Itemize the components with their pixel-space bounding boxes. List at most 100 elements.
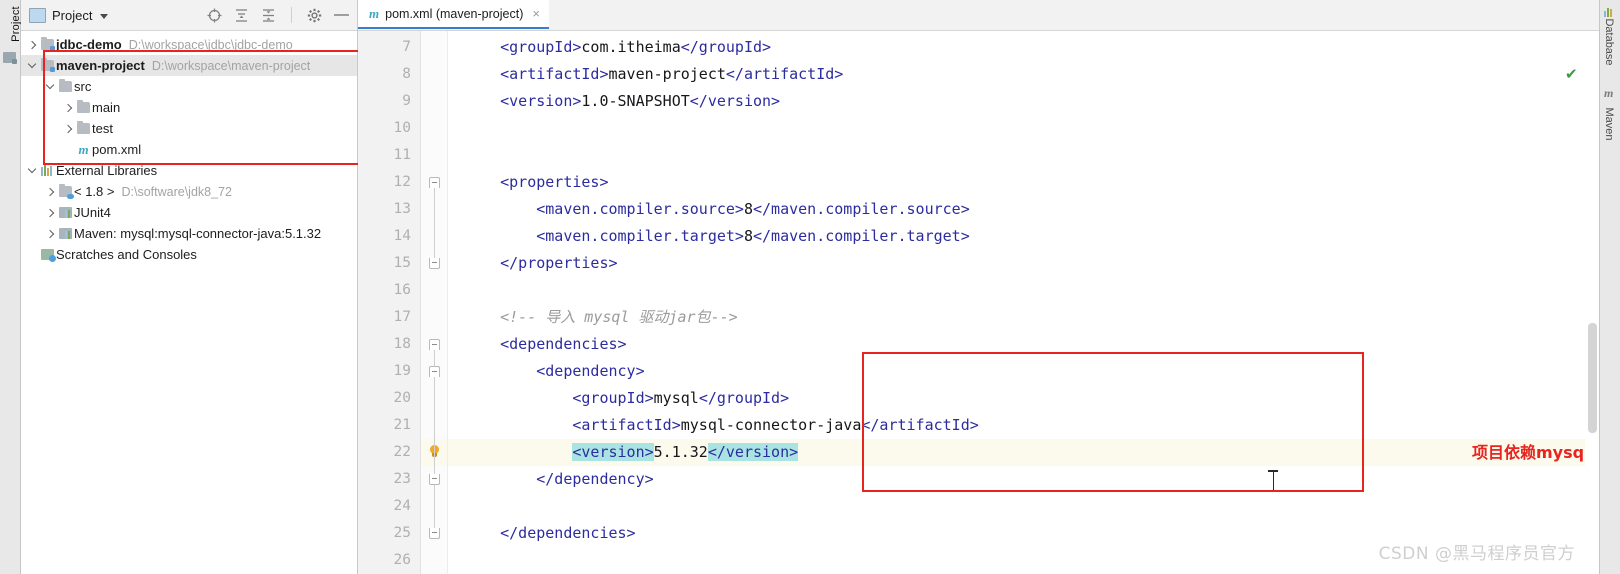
crosshair-target-icon[interactable] — [207, 8, 222, 23]
module-folder-icon — [41, 39, 54, 50]
chevron-right-icon[interactable] — [43, 231, 57, 237]
scratches-icon — [41, 249, 54, 260]
fold-region-line — [434, 377, 435, 474]
code-line[interactable] — [448, 277, 1599, 304]
chevron-right-icon[interactable] — [43, 189, 57, 195]
tree-item-test[interactable]: test — [21, 118, 357, 139]
project-tree[interactable]: jdbc-demoD:\workspace\jdbc\jdbc-demomave… — [21, 31, 357, 265]
code-line[interactable]: <version>5.1.32</version> — [448, 439, 1599, 466]
line-number: 16 — [371, 277, 411, 304]
jar-library-icon — [59, 228, 72, 239]
code-line[interactable]: <groupId>mysql</groupId> — [448, 385, 1599, 412]
libraries-icon — [41, 165, 54, 176]
tree-item-1-8[interactable]: < 1.8 >D:\software\jdk8_72 — [21, 181, 357, 202]
inspection-status-icon[interactable]: ✔ — [1565, 67, 1581, 83]
fold-region-start-icon[interactable] — [429, 339, 440, 350]
fold-region-start-icon[interactable] — [429, 366, 440, 377]
tree-item-junit4[interactable]: JUnit4 — [21, 202, 357, 223]
editor-scrollbar[interactable] — [1585, 61, 1599, 574]
tree-item-path: D:\software\jdk8_72 — [121, 185, 231, 199]
line-number: 25 — [371, 520, 411, 547]
editor-tab-pom-xml[interactable]: m pom.xml (maven-project) × — [358, 0, 549, 29]
tree-item-label: pom.xml — [92, 142, 141, 157]
tree-item-pom-xml[interactable]: mpom.xml — [21, 139, 357, 160]
tree-item-label: src — [74, 79, 91, 94]
editor-tab-label: pom.xml (maven-project) — [385, 7, 523, 21]
module-folder-icon — [41, 60, 54, 71]
code-token: </dependencies> — [500, 524, 635, 542]
scrollbar-thumb[interactable] — [1588, 323, 1597, 433]
code-viewport: 7891011121314151617181920212223242526 项目… — [358, 31, 1599, 574]
tree-item-label: test — [92, 121, 113, 136]
code-token: </groupId> — [681, 38, 771, 56]
code-line[interactable]: <properties> — [448, 169, 1599, 196]
code-line[interactable]: </dependency> — [448, 466, 1599, 493]
folder-icon — [77, 102, 90, 113]
code-line[interactable]: <dependency> — [448, 358, 1599, 385]
chevron-down-icon[interactable] — [100, 14, 108, 19]
code-token: maven-project — [609, 65, 726, 83]
chevron-right-icon[interactable] — [43, 210, 57, 216]
code-token: <dependency> — [536, 362, 644, 380]
tree-item-maven-mysql-mysql-connector-java-5-1-32[interactable]: Maven: mysql:mysql-connector-java:5.1.32 — [21, 223, 357, 244]
fold-region-end-icon[interactable] — [429, 258, 440, 269]
code-line[interactable]: <dependencies> — [448, 331, 1599, 358]
code-token: <artifactId> — [572, 416, 680, 434]
expand-all-icon[interactable] — [234, 8, 249, 23]
chevron-right-icon[interactable] — [61, 105, 75, 111]
chevron-down-icon[interactable] — [25, 61, 39, 70]
chevron-down-icon[interactable] — [43, 82, 57, 91]
chevron-right-icon[interactable] — [61, 126, 75, 132]
code-line[interactable]: <version>1.0-SNAPSHOT</version> — [448, 88, 1599, 115]
tree-item-label: jdbc-demo — [56, 37, 122, 52]
toolbar-divider — [291, 7, 292, 23]
code-token: <dependencies> — [500, 335, 626, 353]
code-line[interactable]: <artifactId>maven-project</artifactId> — [448, 61, 1599, 88]
fold-gutter[interactable] — [421, 31, 448, 574]
tool-window-tab-database[interactable]: Database — [1603, 11, 1615, 73]
code-line[interactable]: <groupId>com.itheima</groupId> — [448, 34, 1599, 61]
line-number: 22 — [371, 439, 411, 466]
hide-panel-button[interactable]: — — [334, 10, 349, 20]
code-token: <artifactId> — [500, 65, 608, 83]
code-token: </version> — [690, 92, 780, 110]
tree-item-main[interactable]: main — [21, 97, 357, 118]
code-line[interactable]: <artifactId>mysql-connector-java</artifa… — [448, 412, 1599, 439]
chevron-right-icon[interactable] — [25, 42, 39, 48]
fold-region-start-icon[interactable] — [429, 177, 440, 188]
code-line[interactable]: <maven.compiler.source>8</maven.compiler… — [448, 196, 1599, 223]
tree-item-maven-project[interactable]: maven-projectD:\workspace\maven-project — [21, 55, 357, 76]
code-token: <maven.compiler.source> — [536, 200, 744, 218]
collapse-all-icon[interactable] — [261, 8, 276, 23]
tree-item-jdbc-demo[interactable]: jdbc-demoD:\workspace\jdbc\jdbc-demo — [21, 34, 357, 55]
tree-item-external-libraries[interactable]: External Libraries — [21, 160, 357, 181]
code-line[interactable]: <maven.compiler.target>8</maven.compiler… — [448, 223, 1599, 250]
fold-region-end-icon[interactable] — [429, 528, 440, 539]
project-tool-window: Project — jdbc-demoD:\workspa — [21, 0, 358, 574]
gear-icon[interactable] — [307, 8, 322, 23]
code-line[interactable] — [448, 115, 1599, 142]
line-number: 9 — [371, 88, 411, 115]
tree-item-scratches-and-consoles[interactable]: Scratches and Consoles — [21, 244, 357, 265]
tool-window-tab-maven[interactable]: Maven — [1603, 93, 1615, 155]
code-token: </groupId> — [699, 389, 789, 407]
idea-window: Project Project — [0, 0, 1620, 574]
code-content[interactable]: 项目依赖mysql驱动包 <groupId>com.itheima</group… — [448, 31, 1599, 574]
tree-item-label: maven-project — [56, 58, 145, 73]
close-icon[interactable]: × — [532, 7, 540, 20]
code-line[interactable]: <!-- 导入 mysql 驱动jar包--> — [448, 304, 1599, 331]
line-number: 18 — [371, 331, 411, 358]
line-number: 24 — [371, 493, 411, 520]
code-token: <maven.compiler.target> — [536, 227, 744, 245]
project-icon — [29, 8, 46, 23]
fold-region-end-icon[interactable] — [429, 474, 440, 485]
code-token: </properties> — [500, 254, 617, 272]
line-number: 10 — [371, 115, 411, 142]
structure-icon[interactable] — [3, 52, 16, 63]
code-line[interactable] — [448, 142, 1599, 169]
tree-item-src[interactable]: src — [21, 76, 357, 97]
maven-file-icon: m — [369, 7, 379, 20]
code-line[interactable]: </properties> — [448, 250, 1599, 277]
code-line[interactable] — [448, 493, 1599, 520]
chevron-down-icon[interactable] — [25, 166, 39, 175]
